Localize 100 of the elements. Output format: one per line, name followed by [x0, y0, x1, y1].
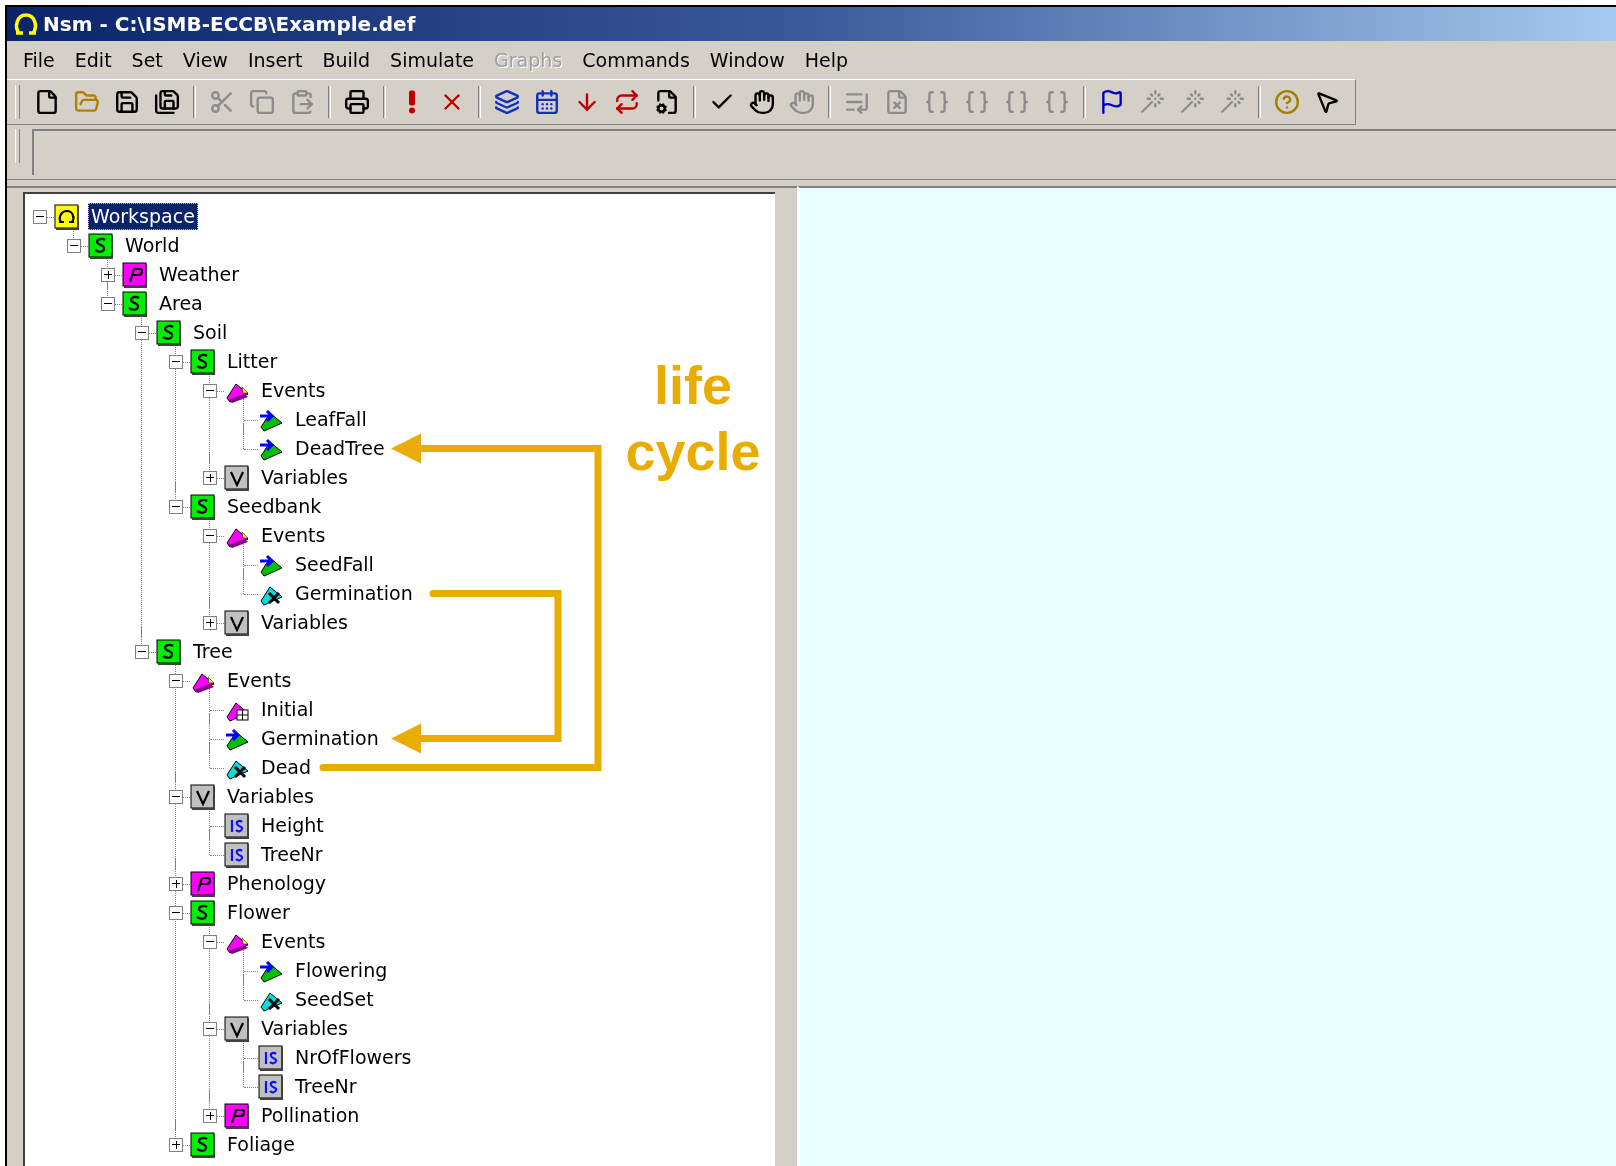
expand-toggle[interactable]: [135, 325, 149, 340]
braces-icon: [964, 89, 990, 115]
tree-item[interactable]: TreeNr: [292, 1073, 360, 1100]
parameter-icon: [224, 1102, 250, 1129]
expand-toggle[interactable]: [203, 615, 217, 630]
printer-icon: [344, 89, 370, 115]
tree-item[interactable]: Weather: [156, 261, 242, 288]
menu-item[interactable]: Commands: [572, 45, 700, 75]
tree-item[interactable]: Flower: [224, 899, 293, 926]
expand-toggle[interactable]: [203, 1021, 217, 1036]
expand-toggle[interactable]: [101, 267, 115, 282]
expand-toggle[interactable]: [169, 354, 183, 369]
wand-icon: [1139, 89, 1165, 115]
tree-item[interactable]: Area: [156, 290, 206, 317]
tree-item[interactable]: TreeNr: [258, 841, 326, 868]
tree-item[interactable]: NrOfFlowers: [292, 1044, 415, 1071]
tree-item[interactable]: Germination: [292, 580, 416, 607]
expand-toggle[interactable]: [169, 905, 183, 920]
tree-item[interactable]: Variables: [258, 1015, 351, 1042]
expand-toggle[interactable]: [169, 876, 183, 891]
tree-item[interactable]: Variables: [224, 783, 317, 810]
submodel-icon: [190, 348, 216, 375]
variable-icon: [258, 1073, 284, 1100]
expand-toggle[interactable]: [169, 673, 183, 688]
tree-item[interactable]: Dead: [258, 754, 315, 781]
expand-toggle[interactable]: [169, 499, 183, 514]
app-icon: [13, 11, 39, 37]
tree-item[interactable]: Variables: [258, 464, 351, 491]
expand-toggle[interactable]: [135, 644, 149, 659]
repeat-icon: [614, 89, 640, 115]
menu-item[interactable]: Insert: [237, 45, 313, 75]
save-icon: [114, 89, 140, 115]
flag-icon: [1099, 89, 1125, 115]
wand-icon: [1219, 89, 1245, 115]
variables-icon: [224, 1015, 250, 1042]
submodel-icon: [88, 232, 114, 259]
tree-item[interactable]: SeedSet: [292, 986, 377, 1013]
submodel-icon: [190, 1131, 216, 1158]
menu-item[interactable]: Set: [121, 45, 173, 75]
expand-toggle[interactable]: [203, 528, 217, 543]
variable-icon: [224, 812, 250, 839]
hand-icon: [789, 89, 815, 115]
tree-item[interactable]: Flowering: [292, 957, 391, 984]
tree-item[interactable]: Events: [258, 522, 329, 549]
submodel-icon: [190, 493, 216, 520]
wand-icon: [1179, 89, 1205, 115]
tree-item[interactable]: DeadTree: [292, 435, 388, 462]
braces-icon: [1004, 89, 1030, 115]
folder-icon: [74, 89, 100, 115]
tree-item[interactable]: Phenology: [224, 870, 330, 897]
menu-item[interactable]: Window: [699, 45, 795, 75]
expand-toggle[interactable]: [33, 209, 47, 224]
expand-toggle[interactable]: [101, 296, 115, 311]
document-icon: [884, 89, 910, 115]
menu-item[interactable]: File: [13, 45, 65, 75]
braces-icon: [924, 89, 950, 115]
expand-toggle[interactable]: [169, 789, 183, 804]
tree-item[interactable]: Litter: [224, 348, 281, 375]
tree-item[interactable]: Soil: [190, 319, 231, 346]
tree-item[interactable]: Initial: [258, 696, 317, 723]
tree-item[interactable]: Tree: [190, 638, 236, 665]
parameter-icon: [122, 261, 148, 288]
tree-item[interactable]: World: [122, 232, 183, 259]
tree-item[interactable]: Workspace: [88, 203, 198, 230]
variable-icon: [258, 1044, 284, 1071]
menu-item[interactable]: Edit: [64, 45, 122, 75]
help-icon: [1274, 89, 1300, 115]
copy-icon: [249, 89, 275, 115]
expand-toggle[interactable]: [203, 470, 217, 485]
scissors-icon: [209, 89, 235, 115]
parameter-icon: [190, 870, 216, 897]
tree-item[interactable]: Events: [224, 667, 295, 694]
expand-toggle[interactable]: [169, 1137, 183, 1152]
submodel-icon: [156, 319, 182, 346]
braces-icon: [1044, 89, 1070, 115]
tree-item[interactable]: Pollination: [258, 1102, 363, 1129]
tree-item[interactable]: LeafFall: [292, 406, 370, 433]
annotation-label: life cycle: [624, 354, 762, 483]
tree-item[interactable]: Events: [258, 377, 329, 404]
tree-item[interactable]: Height: [258, 812, 327, 839]
pointer-help-icon: [1314, 89, 1340, 115]
hand-icon: [749, 89, 775, 115]
command-field[interactable]: [32, 129, 1616, 175]
menu-item[interactable]: Build: [312, 45, 381, 75]
expand-toggle[interactable]: [67, 238, 81, 253]
menu-item[interactable]: Simulate: [380, 45, 485, 75]
expand-toggle[interactable]: [203, 383, 217, 398]
tree-item[interactable]: Events: [258, 928, 329, 955]
tree-item[interactable]: Variables: [258, 609, 351, 636]
tree-item[interactable]: Foliage: [224, 1131, 298, 1158]
menu-item[interactable]: Help: [794, 45, 859, 75]
stack-icon: [494, 89, 520, 115]
variables-icon: [190, 783, 216, 810]
tree-item[interactable]: SeedFall: [292, 551, 377, 578]
exclamation-icon: [408, 90, 416, 114]
menu-item[interactable]: View: [172, 45, 238, 75]
expand-toggle[interactable]: [203, 1108, 217, 1123]
tree-item[interactable]: Germination: [258, 725, 382, 752]
tree-item[interactable]: Seedbank: [224, 493, 325, 520]
expand-toggle[interactable]: [203, 934, 217, 949]
